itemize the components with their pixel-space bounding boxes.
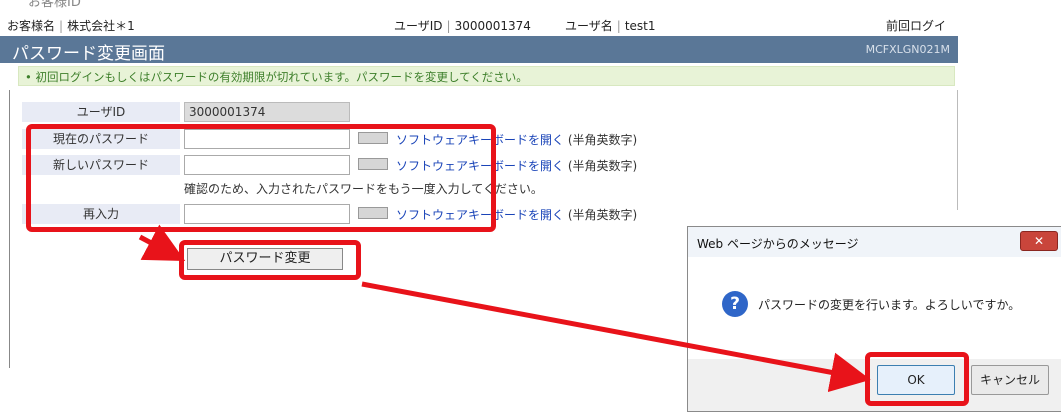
last-login-label: 前回ログイ: [886, 19, 947, 33]
highlight-ok-button: [865, 352, 969, 406]
close-icon[interactable]: ✕: [1020, 231, 1058, 251]
question-icon: ?: [722, 291, 748, 317]
user-id-value: 3000001374: [454, 19, 531, 33]
user-id-info: ユーザID | 3000001374: [394, 19, 531, 33]
dialog-message: パスワードの変更を行います。よろしいですか。: [758, 298, 1021, 312]
screen-code: MCFXLGN021M: [865, 43, 950, 56]
user-id-label: ユーザID: [22, 102, 180, 122]
top-cut-header: お客様ID: [28, 0, 81, 10]
notice-banner: • 初回ログインもしくはパスワードの有効期限が切れています。パスワードを変更して…: [18, 66, 955, 86]
user-name-value: test1: [624, 19, 656, 33]
dialog-titlebar: Web ページからのメッセージ ✕: [688, 227, 1061, 257]
frame-border-left: [9, 90, 10, 368]
highlight-change-button: [179, 240, 361, 280]
page-header: パスワード変更画面 MCFXLGN021M: [0, 36, 958, 64]
user-name-info: ユーザ名 | test1: [565, 19, 656, 33]
user-info-bar: お客様名 | 株式会社＊1 ユーザID | 3000001374 ユーザ名 | test1 …: [0, 14, 958, 37]
user-id-field: 3000001374: [184, 102, 350, 122]
page-title: パスワード変更画面: [12, 44, 165, 64]
cancel-button[interactable]: キャンセル: [971, 365, 1049, 395]
frame-border-right: [957, 90, 958, 210]
dialog-title: Web ページからのメッセージ: [697, 237, 859, 251]
customer-value: 株式会社＊1: [67, 19, 135, 33]
highlight-password-fields: [26, 124, 496, 232]
customer-label: お客様名 | 株式会社＊1: [7, 19, 135, 33]
